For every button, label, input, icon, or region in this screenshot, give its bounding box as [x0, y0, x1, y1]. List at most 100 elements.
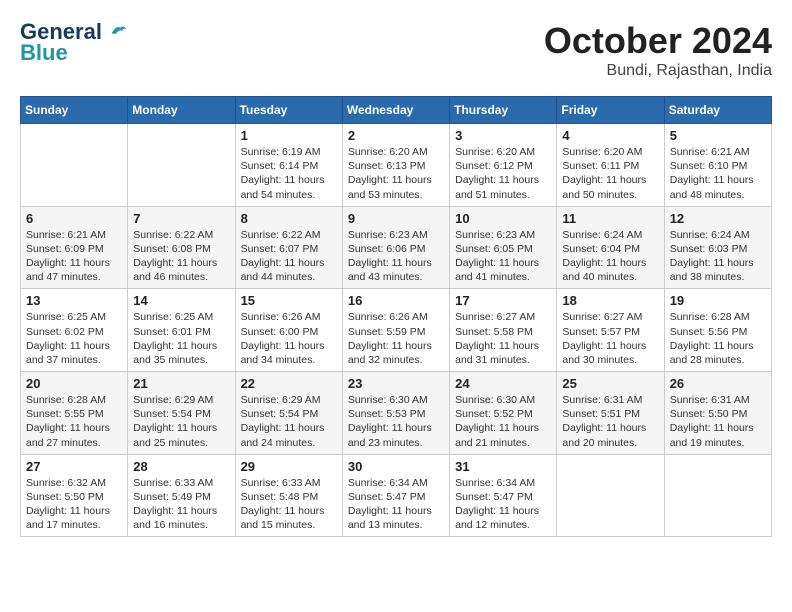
calendar-cell: 10 Sunrise: 6:23 AM Sunset: 6:05 PM Dayli… — [450, 206, 557, 289]
day-number: 23 — [348, 376, 444, 391]
weekday-header-wednesday: Wednesday — [342, 97, 449, 124]
day-number: 5 — [670, 128, 766, 143]
day-number: 9 — [348, 211, 444, 226]
calendar-header-row: SundayMondayTuesdayWednesdayThursdayFrid… — [21, 97, 772, 124]
cell-content: Sunrise: 6:32 AM Sunset: 5:50 PM Dayligh… — [26, 476, 122, 533]
calendar-cell: 12 Sunrise: 6:24 AM Sunset: 6:03 PM Dayli… — [664, 206, 771, 289]
cell-content: Sunrise: 6:31 AM Sunset: 5:50 PM Dayligh… — [670, 393, 766, 450]
calendar-cell: 3 Sunrise: 6:20 AM Sunset: 6:12 PM Daylig… — [450, 124, 557, 207]
cell-content: Sunrise: 6:20 AM Sunset: 6:13 PM Dayligh… — [348, 145, 444, 202]
calendar-cell: 6 Sunrise: 6:21 AM Sunset: 6:09 PM Daylig… — [21, 206, 128, 289]
cell-content: Sunrise: 6:22 AM Sunset: 6:07 PM Dayligh… — [241, 228, 337, 285]
cell-content: Sunrise: 6:29 AM Sunset: 5:54 PM Dayligh… — [133, 393, 229, 450]
cell-content: Sunrise: 6:27 AM Sunset: 5:58 PM Dayligh… — [455, 310, 551, 367]
day-number: 13 — [26, 293, 122, 308]
cell-content: Sunrise: 6:23 AM Sunset: 6:05 PM Dayligh… — [455, 228, 551, 285]
calendar-cell: 23 Sunrise: 6:30 AM Sunset: 5:53 PM Dayli… — [342, 372, 449, 455]
cell-content: Sunrise: 6:20 AM Sunset: 6:11 PM Dayligh… — [562, 145, 658, 202]
day-number: 16 — [348, 293, 444, 308]
calendar-cell: 7 Sunrise: 6:22 AM Sunset: 6:08 PM Daylig… — [128, 206, 235, 289]
cell-content: Sunrise: 6:24 AM Sunset: 6:04 PM Dayligh… — [562, 228, 658, 285]
cell-content: Sunrise: 6:29 AM Sunset: 5:54 PM Dayligh… — [241, 393, 337, 450]
calendar-cell: 30 Sunrise: 6:34 AM Sunset: 5:47 PM Dayli… — [342, 454, 449, 537]
day-number: 3 — [455, 128, 551, 143]
day-number: 25 — [562, 376, 658, 391]
weekday-header-friday: Friday — [557, 97, 664, 124]
calendar-cell: 21 Sunrise: 6:29 AM Sunset: 5:54 PM Dayli… — [128, 372, 235, 455]
calendar-cell — [21, 124, 128, 207]
day-number: 20 — [26, 376, 122, 391]
day-number: 24 — [455, 376, 551, 391]
calendar-cell: 25 Sunrise: 6:31 AM Sunset: 5:51 PM Dayli… — [557, 372, 664, 455]
calendar-week-2: 6 Sunrise: 6:21 AM Sunset: 6:09 PM Daylig… — [21, 206, 772, 289]
cell-content: Sunrise: 6:30 AM Sunset: 5:53 PM Dayligh… — [348, 393, 444, 450]
day-number: 15 — [241, 293, 337, 308]
day-number: 8 — [241, 211, 337, 226]
day-number: 28 — [133, 459, 229, 474]
day-number: 12 — [670, 211, 766, 226]
weekday-header-tuesday: Tuesday — [235, 97, 342, 124]
calendar-cell: 18 Sunrise: 6:27 AM Sunset: 5:57 PM Dayli… — [557, 289, 664, 372]
day-number: 2 — [348, 128, 444, 143]
cell-content: Sunrise: 6:25 AM Sunset: 6:02 PM Dayligh… — [26, 310, 122, 367]
calendar-cell: 9 Sunrise: 6:23 AM Sunset: 6:06 PM Daylig… — [342, 206, 449, 289]
cell-content: Sunrise: 6:28 AM Sunset: 5:56 PM Dayligh… — [670, 310, 766, 367]
location: Bundi, Rajasthan, India — [544, 62, 772, 80]
logo-bird-icon — [110, 21, 128, 39]
calendar-cell: 11Sunrise: 6:24 AM Sunset: 6:04 PM Dayli… — [557, 206, 664, 289]
calendar-cell: 20 Sunrise: 6:28 AM Sunset: 5:55 PM Dayli… — [21, 372, 128, 455]
cell-content: Sunrise: 6:24 AM Sunset: 6:03 PM Dayligh… — [670, 228, 766, 285]
cell-content: Sunrise: 6:22 AM Sunset: 6:08 PM Dayligh… — [133, 228, 229, 285]
cell-content: Sunrise: 6:34 AM Sunset: 5:47 PM Dayligh… — [348, 476, 444, 533]
day-number: 14 — [133, 293, 229, 308]
day-number: 18 — [562, 293, 658, 308]
calendar-week-5: 27 Sunrise: 6:32 AM Sunset: 5:50 PM Dayli… — [21, 454, 772, 537]
calendar-cell — [664, 454, 771, 537]
cell-content: Sunrise: 6:25 AM Sunset: 6:01 PM Dayligh… — [133, 310, 229, 367]
day-number: 6 — [26, 211, 122, 226]
calendar-cell: 16 Sunrise: 6:26 AM Sunset: 5:59 PM Dayli… — [342, 289, 449, 372]
calendar-cell: 26 Sunrise: 6:31 AM Sunset: 5:50 PM Dayli… — [664, 372, 771, 455]
day-number: 22 — [241, 376, 337, 391]
calendar-cell: 13 Sunrise: 6:25 AM Sunset: 6:02 PM Dayli… — [21, 289, 128, 372]
cell-content: Sunrise: 6:21 AM Sunset: 6:09 PM Dayligh… — [26, 228, 122, 285]
day-number: 19 — [670, 293, 766, 308]
day-number: 7 — [133, 211, 229, 226]
calendar-cell: 15Sunrise: 6:26 AM Sunset: 6:00 PM Dayli… — [235, 289, 342, 372]
calendar-body: 1 Sunrise: 6:19 AM Sunset: 6:14 PM Daylig… — [21, 124, 772, 537]
cell-content: Sunrise: 6:19 AM Sunset: 6:14 PM Dayligh… — [241, 145, 337, 202]
calendar-cell: 19 Sunrise: 6:28 AM Sunset: 5:56 PM Dayli… — [664, 289, 771, 372]
cell-content: Sunrise: 6:20 AM Sunset: 6:12 PM Dayligh… — [455, 145, 551, 202]
logo: General Blue — [20, 20, 128, 66]
day-number: 30 — [348, 459, 444, 474]
cell-content: Sunrise: 6:28 AM Sunset: 5:55 PM Dayligh… — [26, 393, 122, 450]
day-number: 27 — [26, 459, 122, 474]
day-number: 4 — [562, 128, 658, 143]
day-number: 21 — [133, 376, 229, 391]
calendar-cell: 1 Sunrise: 6:19 AM Sunset: 6:14 PM Daylig… — [235, 124, 342, 207]
calendar-cell: 31 Sunrise: 6:34 AM Sunset: 5:47 PM Dayli… — [450, 454, 557, 537]
day-number: 26 — [670, 376, 766, 391]
calendar-cell: 22 Sunrise: 6:29 AM Sunset: 5:54 PM Dayli… — [235, 372, 342, 455]
title-block: October 2024 Bundi, Rajasthan, India — [544, 20, 772, 80]
calendar-cell: 5Sunrise: 6:21 AM Sunset: 6:10 PM Daylig… — [664, 124, 771, 207]
day-number: 1 — [241, 128, 337, 143]
cell-content: Sunrise: 6:26 AM Sunset: 5:59 PM Dayligh… — [348, 310, 444, 367]
cell-content: Sunrise: 6:27 AM Sunset: 5:57 PM Dayligh… — [562, 310, 658, 367]
cell-content: Sunrise: 6:31 AM Sunset: 5:51 PM Dayligh… — [562, 393, 658, 450]
calendar-cell: 4 Sunrise: 6:20 AM Sunset: 6:11 PM Daylig… — [557, 124, 664, 207]
day-number: 17 — [455, 293, 551, 308]
day-number: 31 — [455, 459, 551, 474]
page-header: General Blue October 2024 Bundi, Rajasth… — [20, 20, 772, 80]
cell-content: Sunrise: 6:33 AM Sunset: 5:49 PM Dayligh… — [133, 476, 229, 533]
calendar-week-1: 1 Sunrise: 6:19 AM Sunset: 6:14 PM Daylig… — [21, 124, 772, 207]
cell-content: Sunrise: 6:23 AM Sunset: 6:06 PM Dayligh… — [348, 228, 444, 285]
calendar-cell: 2 Sunrise: 6:20 AM Sunset: 6:13 PM Daylig… — [342, 124, 449, 207]
cell-content: Sunrise: 6:33 AM Sunset: 5:48 PM Dayligh… — [241, 476, 337, 533]
calendar-cell: 8 Sunrise: 6:22 AM Sunset: 6:07 PM Daylig… — [235, 206, 342, 289]
weekday-header-monday: Monday — [128, 97, 235, 124]
day-number: 10 — [455, 211, 551, 226]
cell-content: Sunrise: 6:34 AM Sunset: 5:47 PM Dayligh… — [455, 476, 551, 533]
cell-content: Sunrise: 6:30 AM Sunset: 5:52 PM Dayligh… — [455, 393, 551, 450]
weekday-header-sunday: Sunday — [21, 97, 128, 124]
